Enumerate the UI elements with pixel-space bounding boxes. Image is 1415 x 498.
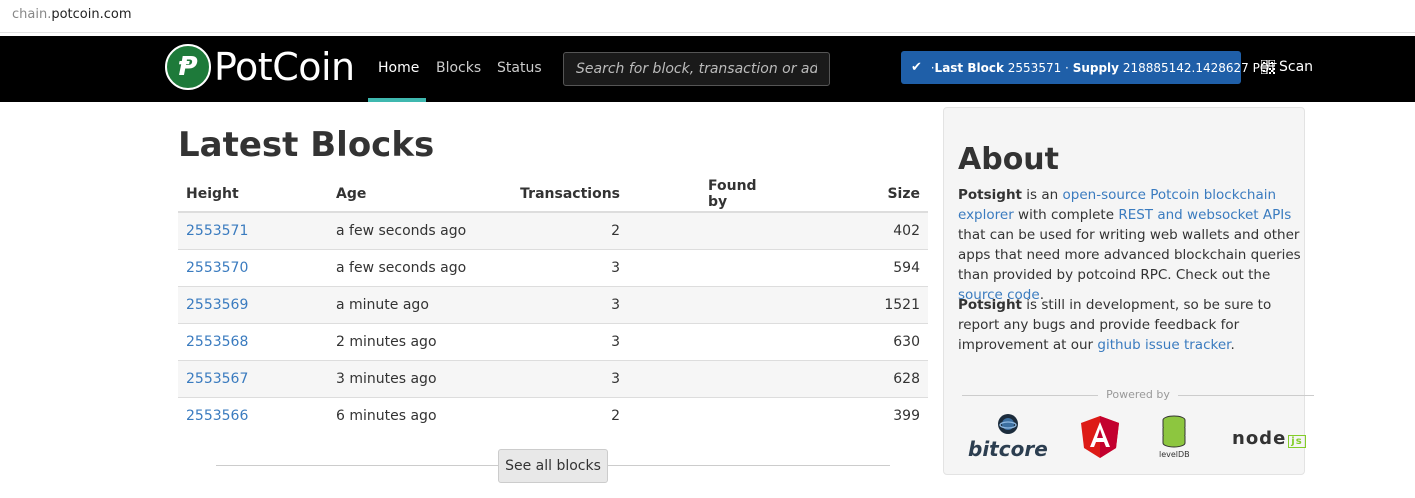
about-panel: About Potsight is an open-source Potcoin… xyxy=(943,107,1314,475)
last-block-label: Last Block xyxy=(934,60,1004,75)
block-found-by xyxy=(628,396,765,434)
column-header-transactions: Transactions xyxy=(498,176,628,213)
nodejs-suffix: js xyxy=(1288,435,1306,448)
table-row: 2553566 6 minutes ago 2 399 xyxy=(178,396,928,434)
brand-name: Potsight xyxy=(958,187,1023,203)
nodejs-label: node xyxy=(1232,428,1287,449)
block-age: 3 minutes ago xyxy=(328,359,498,397)
block-height-link[interactable]: 2553571 xyxy=(178,212,328,249)
scan-label: Scan xyxy=(1279,59,1314,75)
block-size: 630 xyxy=(764,322,928,360)
about-title: About xyxy=(958,142,1060,177)
bitcore-label: bitcore xyxy=(968,437,1048,461)
block-size: 402 xyxy=(764,212,928,249)
logo-text: PotCoin xyxy=(214,45,355,89)
block-size: 399 xyxy=(764,396,928,434)
potcoin-logo-icon: Ᵽ xyxy=(165,44,211,90)
powered-by: Powered by xyxy=(962,388,1314,402)
blocks-table: Height Age Transactions Found by Size 25… xyxy=(178,176,928,434)
block-height-link[interactable]: 2553567 xyxy=(178,359,328,397)
block-found-by xyxy=(628,212,765,249)
supply-value: 218885142.1428627 POT xyxy=(1122,60,1277,75)
status-badge[interactable]: ✔ · Last Block 2553571 · Supply 21888514… xyxy=(901,51,1277,84)
table-header-row: Height Age Transactions Found by Size xyxy=(178,176,928,213)
block-transactions: 3 xyxy=(498,322,628,360)
column-header-found-by: Found by xyxy=(628,176,765,213)
block-transactions: 2 xyxy=(498,396,628,434)
brand-name: Potsight xyxy=(958,297,1023,313)
table-row: 2553570 a few seconds ago 3 594 xyxy=(178,248,928,286)
angular-icon xyxy=(1081,416,1119,458)
block-transactions: 3 xyxy=(498,359,628,397)
block-found-by xyxy=(628,359,765,397)
bitcore-icon xyxy=(997,414,1018,434)
table-row: 2553569 a minute ago 3 1521 xyxy=(178,285,928,323)
block-age: a few seconds ago xyxy=(328,248,498,286)
url-text[interactable]: chain.potcoin.com xyxy=(12,7,132,22)
block-age: 2 minutes ago xyxy=(328,322,498,360)
about-paragraph-2: Potsight is still in development, so be … xyxy=(958,297,1272,353)
block-height-link[interactable]: 2553569 xyxy=(178,285,328,323)
last-block-value: 2553571 xyxy=(1007,60,1062,75)
block-transactions: 2 xyxy=(498,212,628,249)
block-size: 594 xyxy=(764,248,928,286)
block-found-by xyxy=(628,285,765,323)
block-transactions: 3 xyxy=(498,285,628,323)
about-paragraph-1: Potsight is an open-source Potcoin block… xyxy=(958,187,1301,303)
block-transactions: 3 xyxy=(498,248,628,286)
nav-blocks[interactable]: Blocks xyxy=(436,60,481,76)
column-header-height: Height xyxy=(178,176,328,213)
table-row: 2553568 2 minutes ago 3 630 xyxy=(178,322,928,360)
leveldb-label: levelDB xyxy=(1159,450,1190,459)
issue-tracker-link[interactable]: github issue tracker xyxy=(1097,337,1230,353)
page-title: Latest Blocks xyxy=(178,125,435,165)
bitcore-logo[interactable]: bitcore xyxy=(968,413,1048,461)
nav-home[interactable]: Home xyxy=(378,60,419,76)
nodejs-logo[interactable]: node js xyxy=(1232,428,1306,449)
angular-logo[interactable] xyxy=(1081,416,1119,458)
block-found-by xyxy=(628,322,765,360)
column-header-age: Age xyxy=(328,176,498,213)
table-row: 2553571 a few seconds ago 2 402 xyxy=(178,212,928,249)
potcoin-logo[interactable]: Ᵽ PotCoin xyxy=(165,44,355,90)
scan-button[interactable]: Scan xyxy=(1261,59,1313,75)
database-icon xyxy=(1162,415,1186,448)
supply-label: Supply xyxy=(1072,60,1119,75)
block-age: 6 minutes ago xyxy=(328,396,498,434)
table-row: 2553567 3 minutes ago 3 628 xyxy=(178,359,928,397)
nav-active-indicator xyxy=(368,98,426,102)
column-header-size: Size xyxy=(764,176,928,213)
see-all-blocks-button[interactable]: See all blocks xyxy=(498,449,608,483)
block-height-link[interactable]: 2553566 xyxy=(178,396,328,434)
navbar: Ᵽ PotCoin Home Blocks Status ✔ · Last Bl… xyxy=(0,36,1415,102)
block-age: a few seconds ago xyxy=(328,212,498,249)
block-found-by xyxy=(628,248,765,286)
block-age: a minute ago xyxy=(328,285,498,323)
leveldb-logo[interactable]: levelDB xyxy=(1159,415,1190,459)
search-input[interactable] xyxy=(563,52,830,86)
check-icon: ✔ xyxy=(911,60,922,75)
block-size: 1521 xyxy=(764,285,928,323)
block-size: 628 xyxy=(764,359,928,397)
api-link[interactable]: REST and websocket APIs xyxy=(1118,207,1291,223)
block-height-link[interactable]: 2553568 xyxy=(178,322,328,360)
block-height-link[interactable]: 2553570 xyxy=(178,248,328,286)
browser-address-bar[interactable]: chain.potcoin.com xyxy=(0,0,1415,33)
qr-code-icon xyxy=(1261,60,1275,74)
nav-status[interactable]: Status xyxy=(497,60,542,76)
powered-by-label: Powered by xyxy=(1098,388,1178,401)
